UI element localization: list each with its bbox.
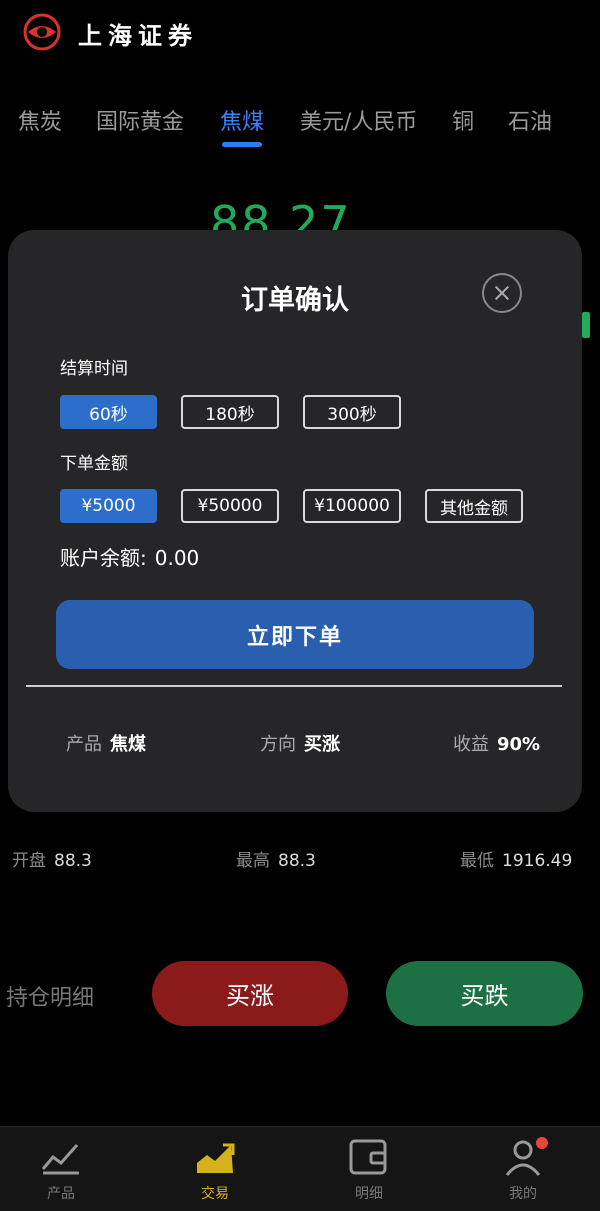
settle-option-300[interactable]: 300秒 bbox=[303, 395, 401, 429]
nav-details[interactable]: 明细 bbox=[324, 1137, 414, 1203]
settle-option-60[interactable]: 60秒 bbox=[60, 395, 157, 429]
amount-option-50000[interactable]: ¥50000 bbox=[181, 489, 279, 523]
stat-low: 最低 1916.49 bbox=[460, 846, 572, 871]
app-header: 上海证券 bbox=[0, 0, 600, 70]
open-value: 88.3 bbox=[54, 851, 92, 871]
high-value: 88.3 bbox=[278, 851, 316, 871]
amount-option-5000[interactable]: ¥5000 bbox=[60, 489, 157, 523]
settle-option-180[interactable]: 180秒 bbox=[181, 395, 279, 429]
low-label: 最低 bbox=[460, 851, 494, 871]
stat-open: 开盘 88.3 bbox=[12, 846, 92, 871]
yield-label: 收益 bbox=[453, 734, 489, 755]
shanghai-securities-logo-icon bbox=[23, 13, 61, 51]
product-info: 产品 焦煤 bbox=[66, 730, 146, 756]
nav-details-label: 明细 bbox=[355, 1186, 383, 1202]
direction-info: 方向 买涨 bbox=[260, 730, 340, 756]
amount-option-100000[interactable]: ¥100000 bbox=[303, 489, 401, 523]
tab-oil[interactable]: 石油 bbox=[508, 104, 552, 136]
trade-icon bbox=[197, 1143, 235, 1173]
product-value: 焦煤 bbox=[110, 734, 146, 755]
stat-high: 最高 88.3 bbox=[236, 846, 316, 871]
settle-time-label: 结算时间 bbox=[60, 359, 128, 379]
yield-value: 90% bbox=[497, 734, 541, 755]
bottom-nav: 产品 交易 明细 我的 bbox=[0, 1126, 600, 1211]
buy-down-button[interactable]: 买跌 bbox=[386, 961, 583, 1026]
amount-option-other[interactable]: 其他金额 bbox=[425, 489, 523, 523]
account-balance: 账户余额: 0.00 bbox=[60, 542, 199, 571]
active-tab-indicator bbox=[222, 142, 262, 147]
close-icon[interactable] bbox=[482, 273, 522, 313]
balance-label: 账户余额: bbox=[60, 546, 147, 570]
nav-products[interactable]: 产品 bbox=[16, 1137, 106, 1203]
product-label: 产品 bbox=[66, 734, 102, 755]
tab-coke[interactable]: 焦炭 bbox=[18, 104, 62, 136]
low-value: 1916.49 bbox=[502, 851, 573, 871]
notification-badge bbox=[536, 1137, 548, 1149]
open-label: 开盘 bbox=[12, 851, 46, 871]
order-confirm-dialog: 订单确认 结算时间 60秒 180秒 300秒 下单金额 ¥5000 ¥5000… bbox=[8, 230, 582, 812]
tab-usd-cny[interactable]: 美元/人民币 bbox=[300, 104, 417, 136]
tab-intl-gold[interactable]: 国际黄金 bbox=[96, 104, 184, 136]
high-label: 最高 bbox=[236, 851, 270, 871]
holdings-detail-link[interactable]: 持仓明细 bbox=[6, 980, 94, 1012]
nav-me[interactable]: 我的 bbox=[478, 1137, 568, 1203]
nav-products-label: 产品 bbox=[47, 1186, 75, 1202]
wallet-icon bbox=[349, 1139, 387, 1175]
chart-candle bbox=[582, 312, 590, 338]
direction-label: 方向 bbox=[260, 734, 296, 755]
nav-trade-label: 交易 bbox=[201, 1186, 229, 1202]
chart-icon bbox=[41, 1144, 79, 1175]
price-stats: 开盘 88.3 最高 88.3 最低 1916.49 bbox=[0, 846, 600, 876]
direction-value: 买涨 bbox=[304, 734, 340, 755]
divider bbox=[26, 685, 562, 687]
nav-me-label: 我的 bbox=[509, 1186, 537, 1202]
yield-info: 收益 90% bbox=[453, 730, 540, 756]
nav-trade[interactable]: 交易 bbox=[170, 1137, 260, 1203]
product-tabs: 焦炭 国际黄金 焦煤 美元/人民币 铜 石油 bbox=[0, 104, 600, 154]
balance-value: 0.00 bbox=[154, 546, 200, 570]
order-amount-label: 下单金额 bbox=[60, 454, 128, 474]
tab-copper[interactable]: 铜 bbox=[452, 104, 474, 136]
buy-up-button[interactable]: 买涨 bbox=[152, 961, 348, 1026]
place-order-button[interactable]: 立即下单 bbox=[56, 600, 534, 669]
brand-name: 上海证券 bbox=[78, 22, 198, 50]
tab-coking-coal[interactable]: 焦煤 bbox=[220, 104, 264, 136]
